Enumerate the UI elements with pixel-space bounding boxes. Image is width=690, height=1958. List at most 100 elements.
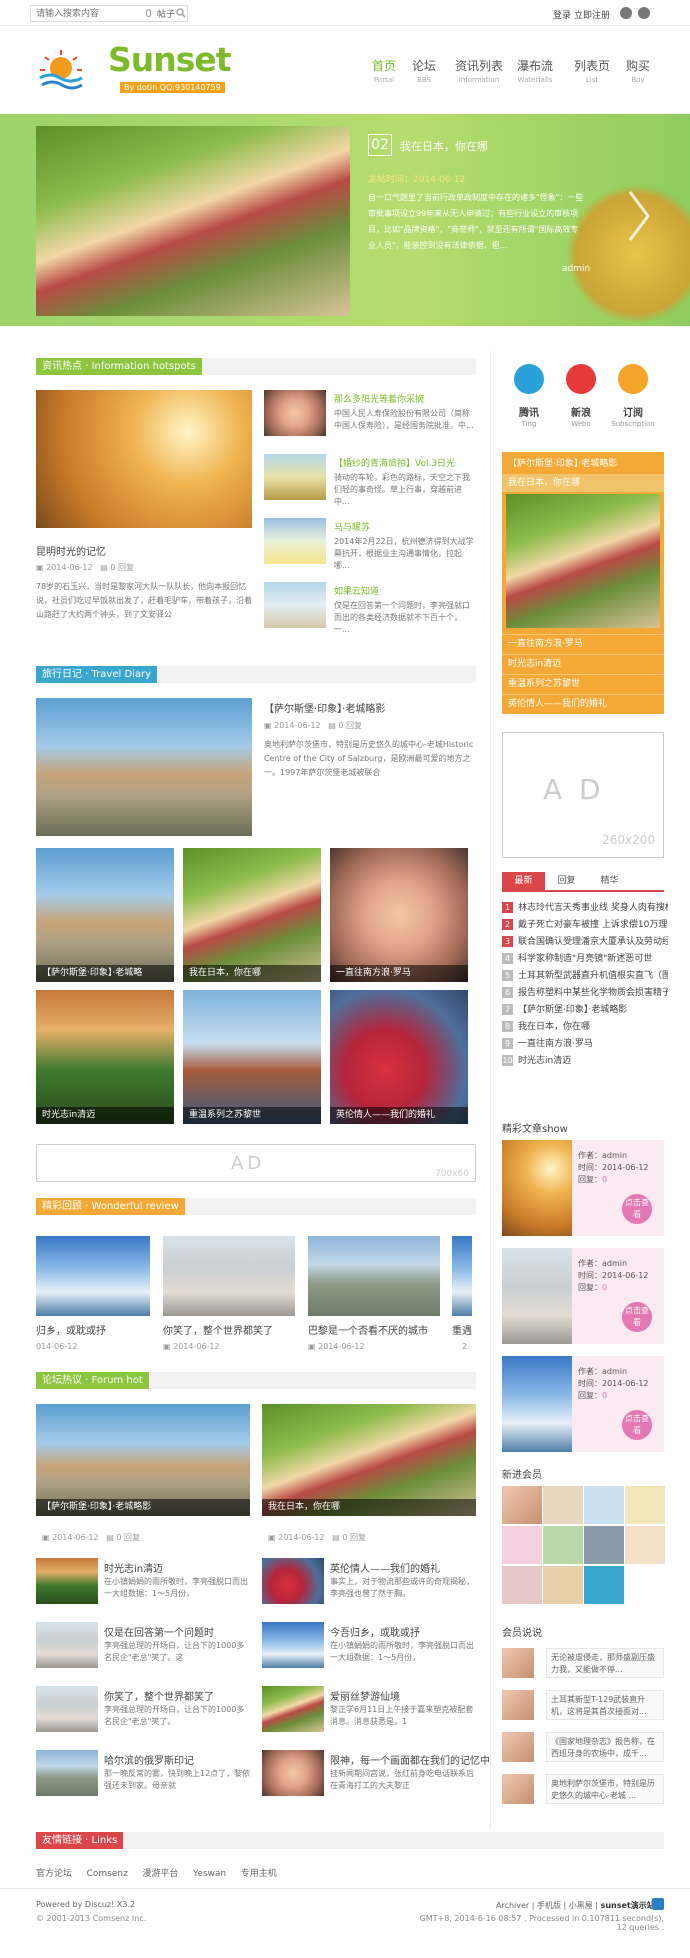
nav-portal[interactable]: 首页 Portal (372, 57, 396, 84)
travel-grid-item[interactable]: 英伦情人——我们的婚礼 (330, 990, 468, 1124)
forum-thumb[interactable] (36, 1558, 98, 1604)
nav-information[interactable]: 资讯列表 Information (455, 57, 503, 84)
hotspot-item-title[interactable]: 如果云知道 (334, 584, 379, 597)
forum-thumb[interactable] (262, 1558, 324, 1604)
forum-item-title[interactable]: 仅是在回答第一个问题时 (104, 1624, 214, 1639)
powered-by[interactable]: Powered by Discuz! X3.2 (36, 1900, 135, 1909)
latest-item[interactable]: 8 我在日本，你在哪 (502, 1019, 668, 1036)
chevron-right-icon[interactable] (624, 186, 654, 246)
talk-bubble[interactable]: 奥地利萨尔茨堡市，特别是历史悠久的城中心-老城 ... (546, 1774, 664, 1804)
forum-thumb[interactable] (262, 1686, 324, 1732)
footer-link[interactable]: 小黑屋 (569, 1901, 593, 1910)
travel-feature-image[interactable] (36, 698, 252, 836)
banner-title[interactable]: 我在日本，你在哪 (400, 138, 488, 154)
member-avatar[interactable] (502, 1486, 542, 1524)
featured-list-selected[interactable]: 我在日本，你在哪 (502, 474, 664, 492)
member-avatar[interactable] (584, 1486, 624, 1524)
review-title[interactable]: 你笑了，整个世界都笑了 (163, 1322, 273, 1337)
hotspot-thumb-4[interactable] (264, 582, 326, 628)
friend-link[interactable]: 漫游平台 (142, 1869, 178, 1879)
tab-reply[interactable]: 回复 (545, 872, 588, 891)
rss-subscribe-icon[interactable] (618, 364, 648, 394)
weibo-icon[interactable] (620, 7, 632, 19)
forum-item-title[interactable]: 哈尔滨的俄罗斯印记 (104, 1752, 194, 1767)
forum-big-image[interactable]: 【萨尔斯堡·印象】·老城略影 (36, 1404, 250, 1516)
forum-thumb[interactable] (36, 1750, 98, 1796)
talk-bubble[interactable]: 无论被虐侵走，那师盛副压盛力我，又能做不停... (546, 1648, 664, 1678)
friend-link[interactable]: Yeswan (193, 1869, 226, 1879)
travel-grid-item[interactable]: 【萨尔斯堡·印象】·老城略 (36, 848, 174, 982)
tencent-weibo-icon[interactable] (514, 364, 544, 394)
talk-avatar[interactable] (502, 1690, 534, 1720)
hotspot-item-title[interactable]: 【婚纱的青海旅拍】Vol.3日光 (334, 456, 455, 469)
show-image[interactable] (502, 1140, 572, 1236)
talk-bubble[interactable]: 《国家地理杂志》报告称，在西班牙身的农场中，成千... (546, 1732, 664, 1762)
hotspot-main-image[interactable] (36, 390, 252, 528)
member-avatar[interactable] (543, 1526, 583, 1564)
member-avatar[interactable] (584, 1526, 624, 1564)
travel-grid-item[interactable]: 我在日本，你在哪 (183, 848, 321, 982)
hotspot-thumb-3[interactable] (264, 518, 326, 564)
travel-feature-title[interactable]: 【萨尔斯堡·印象】·老城略影 (264, 700, 385, 715)
forum-item-title[interactable]: 时光志in清迈 (104, 1560, 163, 1575)
review-title[interactable]: 巴黎是一个否看不厌的城市 (308, 1322, 428, 1337)
friend-link[interactable]: 专用主机 (241, 1869, 277, 1879)
social-label[interactable]: 订阅 (620, 404, 646, 419)
view-button[interactable]: 点击查看 (622, 1410, 652, 1440)
ad-sidebar[interactable]: A D 260x200 (502, 732, 664, 858)
forum-thumb[interactable] (36, 1622, 98, 1668)
latest-item[interactable]: 1 林志玲代言天秀事业线 奖身人肉有搜板 (502, 900, 668, 917)
show-image[interactable] (502, 1356, 572, 1452)
latest-item[interactable]: 5 土耳其新型武器直升机值根实直飞（图） (502, 968, 668, 985)
forum-item-title[interactable]: 今吾归乡，或耽或抒 (330, 1624, 420, 1639)
featured-list-item[interactable]: 【萨尔斯堡·印象】·老城略影 (508, 456, 617, 469)
hot-threads-link[interactable]: 帖子 (157, 7, 175, 20)
talk-bubble[interactable]: 土耳其新型T-129武装直升机，这将是其首次接面对... (546, 1690, 664, 1720)
login-link[interactable]: 登录 (553, 8, 571, 21)
footer-link[interactable]: sunset演示站 (601, 1901, 655, 1910)
forum-big-image[interactable]: 我在日本，你在哪 (262, 1404, 476, 1516)
forum-item-title[interactable]: 你笑了，整个世界都笑了 (104, 1688, 214, 1703)
review-image[interactable] (452, 1236, 472, 1316)
travel-grid-item[interactable]: 重温系列之苏黎世 (183, 990, 321, 1124)
sina-weibo-icon[interactable] (566, 364, 596, 394)
featured-list-item[interactable]: 一直往南方浪·罗马 (502, 634, 664, 654)
nav-buy[interactable]: 购买 Buy (626, 57, 650, 84)
talk-avatar[interactable] (502, 1732, 534, 1762)
member-avatar[interactable] (584, 1566, 624, 1604)
latest-item[interactable]: 3联合国确认受理潘京大厦承认及劳动经确提交 (502, 934, 668, 951)
tab-latest[interactable]: 最新 (502, 872, 545, 891)
friend-link[interactable]: Comsenz (87, 1869, 128, 1879)
nav-waterfalls[interactable]: 瀑布流 Waterfalls (517, 57, 553, 84)
talk-avatar[interactable] (502, 1774, 534, 1804)
member-avatar[interactable] (543, 1566, 583, 1604)
nav-list[interactable]: 列表页 List (574, 57, 610, 84)
footer-link[interactable]: Archiver (496, 1901, 529, 1910)
latest-item[interactable]: 9 一直往南方浪·罗马 (502, 1036, 668, 1053)
member-avatar[interactable] (502, 1566, 542, 1604)
view-button[interactable]: 点击查看 (622, 1302, 652, 1332)
hotspot-main-title[interactable]: 昆明时光的记忆 (36, 543, 106, 558)
microphone-icon[interactable] (146, 9, 151, 17)
tab-digest[interactable]: 精华 (588, 872, 631, 891)
review-image[interactable] (163, 1236, 295, 1316)
featured-list-item[interactable]: 重温系列之苏黎世 (502, 674, 664, 694)
sunset-logo-icon[interactable] (36, 48, 86, 92)
travel-grid-item[interactable]: 时光志in清迈 (36, 990, 174, 1124)
member-avatar[interactable] (502, 1526, 542, 1564)
forum-thumb[interactable] (262, 1750, 324, 1796)
member-avatar[interactable] (625, 1526, 665, 1564)
hotspot-thumb-1[interactable] (264, 390, 326, 436)
travel-grid-item[interactable]: 一直往南方浪·罗马 (330, 848, 468, 982)
latest-item[interactable]: 10 时光志in清迈 (502, 1053, 668, 1070)
hotspot-thumb-2[interactable] (264, 454, 326, 500)
latest-item[interactable]: 2戴子死亡对豪车被撞 上诉求偿10万理损失 (502, 917, 668, 934)
forum-thumb[interactable] (36, 1686, 98, 1732)
featured-list-item[interactable]: 时光志in清迈 (502, 654, 664, 674)
forum-item-title[interactable]: 限神，每一个画面都在我们的记忆中 (330, 1752, 490, 1767)
forum-thumb[interactable] (262, 1622, 324, 1668)
member-avatar[interactable] (543, 1486, 583, 1524)
site-logo-text[interactable]: Sunset (108, 40, 232, 79)
footer-link[interactable]: 手机版 (537, 1901, 561, 1910)
hotspot-item-title[interactable]: 马与暖苏 (334, 520, 370, 533)
